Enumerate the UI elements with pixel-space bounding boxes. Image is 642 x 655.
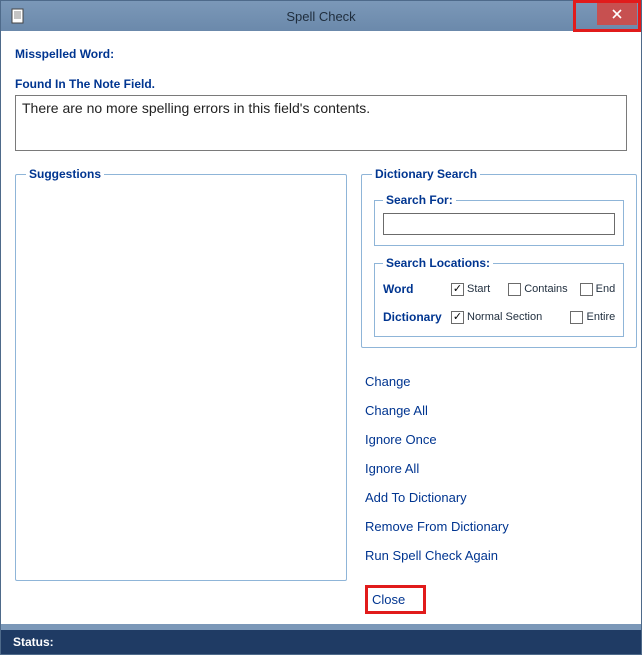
field-message-box: There are no more spelling errors in thi…	[15, 95, 627, 151]
window-title: Spell Check	[1, 9, 641, 24]
end-checkbox[interactable]: End	[580, 283, 616, 296]
checkbox-icon	[580, 283, 593, 296]
document-icon	[7, 5, 29, 27]
close-window-button[interactable]	[597, 3, 637, 25]
search-for-group: Search For:	[374, 193, 624, 246]
normal-section-checkbox-label: Normal Section	[467, 311, 542, 323]
change-link[interactable]: Change	[365, 374, 637, 389]
close-link-highlight: Close	[365, 585, 426, 614]
suggestions-legend: Suggestions	[26, 167, 104, 181]
field-message-text: There are no more spelling errors in thi…	[22, 100, 370, 116]
contains-checkbox-label: Contains	[524, 283, 567, 295]
status-label: Status:	[13, 635, 54, 649]
search-for-legend: Search For:	[383, 193, 456, 207]
dictionary-row-label: Dictionary	[383, 310, 445, 324]
dictionary-search-group: Dictionary Search Search For: Search Loc…	[361, 167, 637, 348]
remove-from-dictionary-link[interactable]: Remove From Dictionary	[365, 519, 637, 534]
content-area: Misspelled Word: Found In The Note Field…	[1, 31, 641, 624]
dictionary-search-legend: Dictionary Search	[372, 167, 480, 181]
normal-section-checkbox[interactable]: Normal Section	[451, 311, 542, 324]
suggestions-group: Suggestions	[15, 167, 347, 581]
spell-check-window: Spell Check Misspelled Word: Found In Th…	[0, 0, 642, 655]
word-row-label: Word	[383, 282, 445, 296]
checkbox-icon	[570, 311, 583, 324]
status-bar: Status:	[1, 624, 641, 654]
change-all-link[interactable]: Change All	[365, 403, 637, 418]
ignore-all-link[interactable]: Ignore All	[365, 461, 637, 476]
start-checkbox-label: Start	[467, 283, 490, 295]
run-spell-check-again-link[interactable]: Run Spell Check Again	[365, 548, 637, 563]
ignore-once-link[interactable]: Ignore Once	[365, 432, 637, 447]
search-input[interactable]	[383, 213, 615, 235]
entire-checkbox-label: Entire	[586, 311, 615, 323]
add-to-dictionary-link[interactable]: Add To Dictionary	[365, 490, 637, 505]
titlebar: Spell Check	[1, 1, 641, 31]
found-in-label: Found In The Note Field.	[15, 77, 627, 91]
end-checkbox-label: End	[596, 283, 616, 295]
checkbox-icon	[508, 283, 521, 296]
misspelled-word-label: Misspelled Word:	[15, 47, 627, 61]
checkbox-icon	[451, 311, 464, 324]
close-link[interactable]: Close	[368, 588, 423, 611]
checkbox-icon	[451, 283, 464, 296]
start-checkbox[interactable]: Start	[451, 283, 490, 296]
contains-checkbox[interactable]: Contains	[508, 283, 567, 296]
search-locations-group: Search Locations: Word Start Contains	[374, 256, 624, 337]
search-locations-legend: Search Locations:	[383, 256, 493, 270]
entire-checkbox[interactable]: Entire	[570, 311, 615, 324]
action-list: Change Change All Ignore Once Ignore All…	[361, 360, 637, 614]
